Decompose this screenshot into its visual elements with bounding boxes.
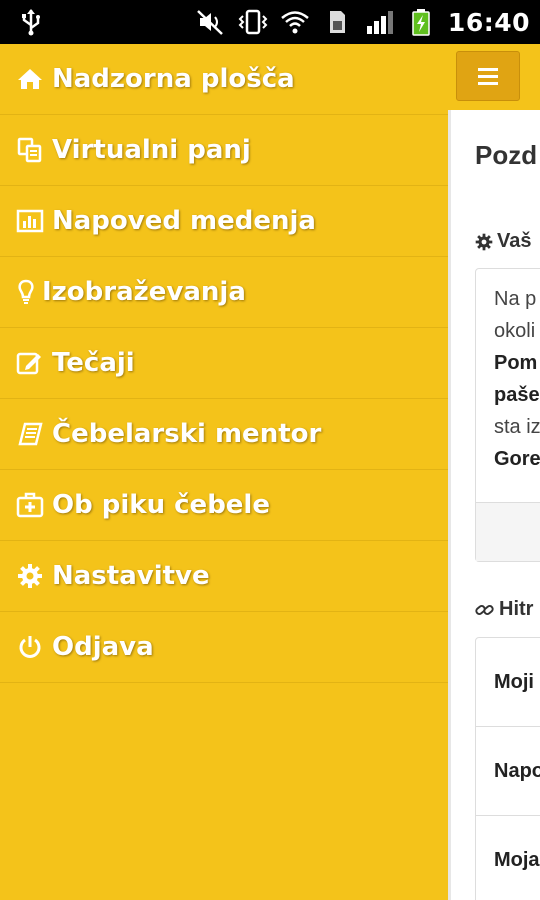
medkit-icon (16, 491, 44, 519)
panel-line: Na p (494, 288, 537, 310)
vibrate-icon (238, 9, 268, 35)
menu-item-label: Virtualni panj (52, 135, 251, 165)
sim-icon (329, 11, 345, 33)
hamburger-icon (478, 68, 498, 85)
menu-item-education[interactable]: Izobraževanja (0, 257, 448, 328)
gear-icon (16, 562, 44, 590)
panel-line: okoli (494, 320, 536, 342)
lightbulb-icon (12, 278, 40, 306)
link-icon (475, 604, 494, 615)
side-menu: Nadzorna plošča Virtualni panj Napoved m… (0, 44, 448, 900)
menu-item-label: Ob piku čebele (52, 490, 270, 520)
copy-icon (16, 136, 44, 164)
gear-icon (475, 233, 493, 250)
menu-item-settings[interactable]: Nastavitve (0, 541, 448, 612)
content-header (448, 44, 540, 110)
menu-item-virtual-hive[interactable]: Virtualni panj (0, 115, 448, 186)
menu-item-label: Čebelarski mentor (52, 419, 322, 449)
panel-line-bold: Gore (494, 448, 540, 470)
panel-line-bold: Pom (494, 352, 538, 374)
menu-toggle-button[interactable] (456, 51, 520, 101)
list-item[interactable]: Napo (476, 727, 540, 816)
menu-item-label: Napoved medenja (52, 206, 316, 236)
menu-item-dashboard[interactable]: Nadzorna plošča (0, 44, 448, 115)
power-icon (16, 633, 44, 661)
section-heading-quick-links: Hitr (475, 598, 533, 621)
quick-links-list: Moji Napo Moja (475, 637, 540, 900)
menu-item-label: Nastavitve (52, 561, 210, 591)
panel-line: sta iz (494, 416, 540, 438)
menu-item-label: Izobraževanja (42, 277, 246, 307)
mute-icon (197, 10, 223, 35)
section-heading-info: Vaš (475, 230, 531, 253)
menu-item-courses[interactable]: Tečaji (0, 328, 448, 399)
battery-charging-icon (412, 9, 430, 36)
home-icon (16, 65, 44, 93)
menu-item-bee-sting[interactable]: Ob piku čebele (0, 470, 448, 541)
menu-item-label: Odjava (52, 632, 154, 662)
wifi-icon (281, 11, 309, 34)
main-content: Pozd Vaš Na p okoli Pom paše sta iz Gore (448, 110, 540, 900)
panel-footer (476, 502, 540, 561)
clock: 16:40 (447, 7, 530, 37)
menu-item-label: Tečaji (52, 348, 135, 378)
bar-chart-icon (16, 207, 44, 235)
edit-icon (16, 349, 44, 377)
usb-icon (22, 9, 40, 36)
menu-item-honey-forecast[interactable]: Napoved medenja (0, 186, 448, 257)
menu-item-logout[interactable]: Odjava (0, 612, 448, 683)
info-panel: Na p okoli Pom paše sta iz Gore (475, 268, 540, 562)
list-item[interactable]: Moji (476, 638, 540, 727)
section-heading-label: Hitr (499, 598, 534, 620)
menu-item-beekeeping-mentor[interactable]: Čebelarski mentor (0, 399, 448, 470)
signal-icon (366, 11, 393, 34)
list-item[interactable]: Moja (476, 816, 540, 900)
status-bar: 16:40 (0, 0, 540, 44)
section-heading-label: Vaš (497, 230, 532, 252)
page-title: Pozd (475, 140, 538, 170)
panel-line-bold: paše (494, 384, 540, 406)
book-icon (16, 420, 44, 448)
menu-item-label: Nadzorna plošča (52, 64, 295, 94)
